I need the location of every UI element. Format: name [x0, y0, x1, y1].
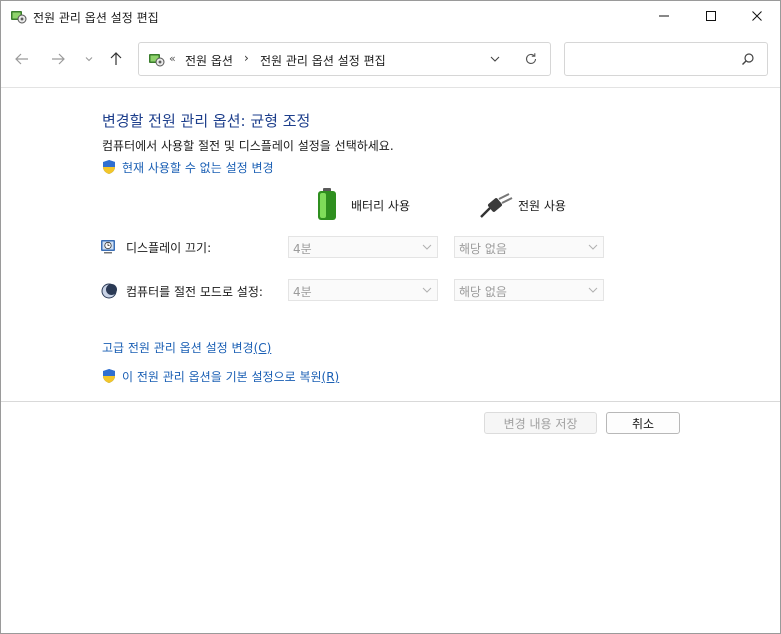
- forward-button[interactable]: [47, 48, 69, 70]
- sleep-label: 컴퓨터를 절전 모드로 설정:: [126, 285, 263, 299]
- restore-defaults-link[interactable]: 이 전원 관리 옵션을 기본 설정으로 복원(R): [122, 368, 339, 385]
- display-clock-icon: [101, 240, 115, 254]
- advanced-link-accesskey: (C): [253, 341, 272, 355]
- chevron-down-icon: [588, 287, 598, 293]
- save-changes-button[interactable]: 변경 내용 저장: [484, 412, 597, 434]
- change-unavailable-settings-link[interactable]: 현재 사용할 수 없는 설정 변경: [122, 159, 274, 176]
- power-plan-window: 전원 관리 옵션 설정 편집 « 전원 옵션 › 전원 관리 옵션 설정 편집 …: [0, 0, 781, 634]
- plugged-in-column-header: 전원 사용: [518, 199, 566, 213]
- display-off-label: 디스플레이 끄기:: [126, 241, 212, 255]
- battery-column-header: 배터리 사용: [351, 199, 411, 213]
- up-button[interactable]: [105, 48, 127, 70]
- breadcrumb-separator[interactable]: ›: [244, 51, 249, 65]
- chevron-down-icon: [490, 56, 500, 62]
- close-button[interactable]: [734, 1, 780, 31]
- arrow-right-icon: [52, 53, 65, 65]
- minimize-icon: [659, 15, 669, 17]
- display-off-battery-value: 4분: [293, 242, 312, 256]
- address-bar[interactable]: « 전원 옵션 › 전원 관리 옵션 설정 편집: [138, 42, 551, 76]
- close-icon: [752, 11, 762, 21]
- chevron-down-icon: [422, 244, 432, 250]
- uac-shield-icon: [103, 369, 115, 383]
- display-off-plugged-select[interactable]: 해당 없음: [454, 236, 604, 258]
- window-title: 전원 관리 옵션 설정 편집: [33, 11, 159, 25]
- display-off-plugged-value: 해당 없음: [459, 242, 507, 256]
- sleep-battery-value: 4분: [293, 285, 312, 299]
- search-input[interactable]: [571, 49, 731, 69]
- search-box[interactable]: [564, 42, 768, 76]
- address-dropdown-button[interactable]: [487, 51, 503, 67]
- chevron-down-icon: [85, 57, 93, 62]
- battery-icon: [318, 188, 336, 220]
- sleep-plugged-value: 해당 없음: [459, 285, 507, 299]
- advanced-link-text: 고급 전원 관리 옵션 설정 변경: [102, 341, 254, 355]
- refresh-button[interactable]: [523, 51, 539, 67]
- uac-shield-icon: [103, 160, 115, 174]
- sleep-battery-select[interactable]: 4분: [288, 279, 438, 301]
- footer-divider: [1, 401, 780, 402]
- arrow-left-icon: [15, 53, 28, 65]
- power-options-icon: [149, 54, 165, 67]
- navigation-bar: « 전원 옵션 › 전원 관리 옵션 설정 편집: [1, 32, 780, 88]
- arrow-up-icon: [110, 52, 122, 65]
- cancel-button[interactable]: 취소: [606, 412, 680, 434]
- sleep-moon-icon: [101, 283, 117, 299]
- restore-link-text: 이 전원 관리 옵션을 기본 설정으로 복원: [122, 370, 322, 384]
- refresh-icon: [525, 53, 537, 65]
- minimize-button[interactable]: [641, 1, 687, 31]
- breadcrumb-overflow[interactable]: «: [169, 52, 176, 65]
- display-off-battery-select[interactable]: 4분: [288, 236, 438, 258]
- breadcrumb-edit-plan[interactable]: 전원 관리 옵션 설정 편집: [260, 52, 386, 69]
- title-bar: 전원 관리 옵션 설정 편집: [1, 1, 780, 32]
- sleep-plugged-select[interactable]: 해당 없음: [454, 279, 604, 301]
- power-options-app-icon: [11, 11, 27, 24]
- search-icon[interactable]: [741, 52, 755, 66]
- restore-link-accesskey: (R): [321, 370, 340, 384]
- advanced-power-settings-link[interactable]: 고급 전원 관리 옵션 설정 변경(C): [102, 339, 271, 356]
- plug-icon: [480, 193, 513, 218]
- maximize-icon: [706, 11, 716, 21]
- chevron-down-icon: [422, 287, 432, 293]
- breadcrumb-power-options[interactable]: 전원 옵션: [185, 52, 233, 69]
- back-button[interactable]: [11, 48, 33, 70]
- page-heading: 변경할 전원 관리 옵션: 균형 조정: [102, 112, 311, 130]
- maximize-button[interactable]: [688, 1, 734, 31]
- chevron-down-icon: [588, 244, 598, 250]
- recent-locations-button[interactable]: [78, 48, 100, 70]
- page-description: 컴퓨터에서 사용할 절전 및 디스플레이 설정을 선택하세요.: [102, 139, 394, 153]
